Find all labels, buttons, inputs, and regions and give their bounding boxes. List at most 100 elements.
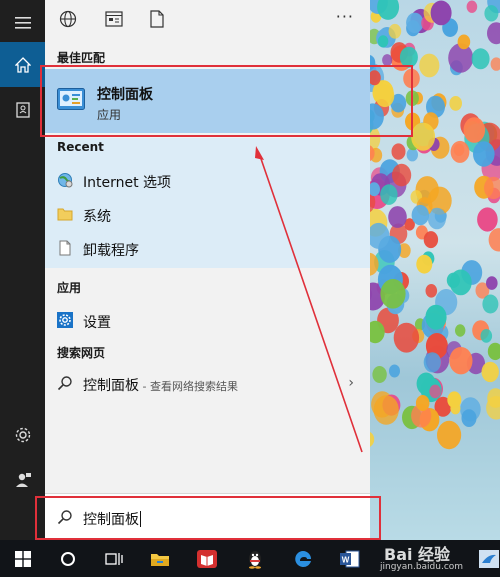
start-button[interactable] (10, 546, 36, 572)
internet-options-icon (58, 173, 73, 188)
start-left-rail (0, 0, 45, 540)
balloon (449, 347, 473, 375)
balloon (482, 294, 499, 314)
balloon (393, 322, 420, 353)
web-search-hint: - 查看网络搜索结果 (139, 380, 238, 393)
balloon (487, 22, 500, 45)
balloon (477, 207, 498, 232)
edge-button[interactable] (290, 546, 316, 572)
balloon (447, 391, 462, 409)
app-item-settings[interactable]: 设置 (45, 304, 370, 336)
best-match-header: 最佳匹配 (57, 51, 106, 65)
documents-button[interactable] (0, 87, 45, 132)
balloon (455, 324, 466, 337)
balloon (411, 204, 429, 226)
balloon (416, 254, 433, 274)
balloon (488, 228, 500, 252)
search-filter-toolbar: ··· (45, 0, 370, 38)
balloon (389, 364, 400, 378)
windows-logo-icon (15, 551, 31, 567)
settings-gear-icon (57, 312, 73, 328)
web-search-query: 控制面板 (83, 378, 139, 394)
recent-item-label: Internet 选项 (83, 175, 172, 191)
balloon (490, 57, 500, 71)
balloon (481, 361, 499, 383)
balloon (425, 284, 438, 298)
edge-browser-icon (295, 551, 311, 567)
file-explorer-button[interactable] (147, 546, 173, 572)
balloon (423, 352, 441, 373)
balloon (429, 384, 441, 399)
balloon (425, 304, 447, 330)
apps-header: 应用 (57, 281, 82, 295)
book-app-icon (197, 550, 217, 568)
task-view-button[interactable] (101, 546, 127, 572)
search-icon (57, 376, 72, 391)
word-button[interactable]: W (337, 546, 363, 572)
app-item-label: 设置 (83, 315, 111, 331)
folder-icon (57, 208, 73, 221)
balloon (380, 279, 406, 309)
balloon (372, 366, 387, 383)
balloon (388, 206, 407, 228)
balloon (392, 163, 412, 187)
balloon (463, 117, 486, 143)
chevron-right-icon: › (348, 375, 354, 391)
recent-item-label: 系统 (83, 209, 111, 225)
balloon (437, 420, 462, 450)
reader-app-button[interactable] (194, 546, 220, 572)
web-filter-button[interactable] (57, 8, 79, 30)
balloon (449, 96, 462, 111)
task-view-icon (105, 553, 123, 565)
web-search-item[interactable]: 控制面板 - 查看网络搜索结果 › (45, 367, 370, 399)
balloon (461, 409, 477, 427)
document-icon (59, 240, 71, 256)
hamburger-menu-button[interactable] (0, 0, 45, 45)
web-search-header: 搜索网页 (57, 346, 106, 360)
user-feedback-icon (15, 472, 31, 487)
balloon (373, 395, 399, 425)
hamburger-icon (14, 16, 31, 29)
gear-icon (15, 427, 30, 442)
annotation-box-search (35, 496, 381, 540)
recent-item-system[interactable]: 系统 (45, 198, 370, 230)
balloon (453, 143, 465, 156)
balloon (377, 35, 389, 48)
word-app-icon: W (340, 550, 360, 568)
balloon (419, 53, 440, 78)
balloon (487, 342, 500, 361)
balloon (388, 23, 402, 39)
app-window-icon (105, 11, 123, 27)
balloon (471, 48, 490, 70)
recent-item-uninstall[interactable]: 卸载程序 (45, 232, 370, 264)
balloon (480, 329, 493, 343)
balloon (406, 12, 424, 34)
recent-item-label: 卸载程序 (83, 243, 139, 259)
file-explorer-icon (151, 554, 169, 566)
contact-card-icon (15, 101, 30, 118)
baidu-jingyan-watermark: Bai 经验 jingyan.baidu.com (378, 540, 486, 577)
balloon (415, 395, 430, 411)
settings-rail-button[interactable] (0, 412, 45, 457)
qq-penguin-icon (249, 551, 261, 569)
recent-item-internet-options[interactable]: Internet 选项 (45, 164, 370, 196)
apps-filter-button[interactable] (103, 8, 125, 30)
balloon (449, 269, 472, 296)
balloon (411, 122, 436, 151)
balloon (486, 276, 498, 290)
document-icon (150, 10, 164, 28)
more-options-button[interactable]: ··· (336, 7, 354, 26)
home-button[interactable] (0, 42, 45, 87)
watermark-url: jingyan.baidu.com (380, 562, 464, 572)
balloon (466, 0, 478, 13)
home-icon (14, 56, 31, 73)
web-search-label: 控制面板 - 查看网络搜索结果 (83, 375, 238, 395)
balloon (473, 141, 495, 167)
recent-header: Recent (57, 140, 104, 154)
documents-filter-button[interactable] (146, 8, 168, 30)
svg-text:W: W (342, 556, 350, 565)
qq-button[interactable] (242, 546, 268, 572)
annotation-box-best-match (40, 65, 413, 137)
cortana-button[interactable] (55, 546, 81, 572)
cortana-circle-icon (61, 552, 75, 566)
